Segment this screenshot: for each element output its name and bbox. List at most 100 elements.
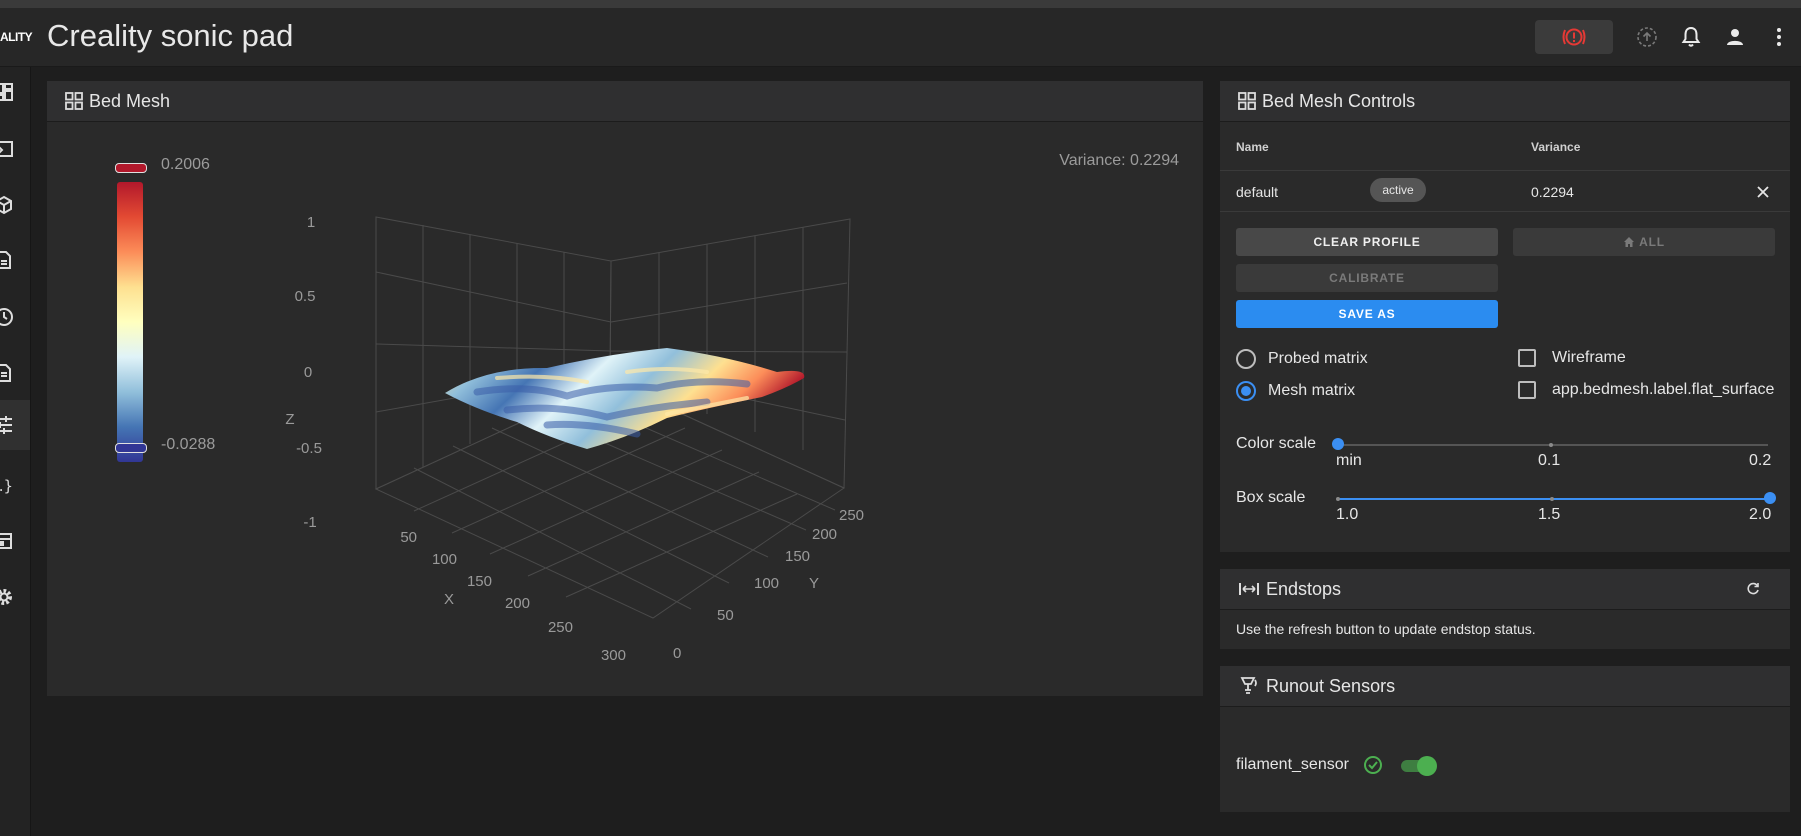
- z-tick-1: 1: [307, 214, 315, 231]
- color-scale-tick-mid: 0.1: [1538, 452, 1561, 469]
- sidebar-item-files[interactable]: [0, 235, 30, 285]
- sidebar-item-macros[interactable]: ..}: [0, 460, 30, 510]
- toggle-thumb: [1416, 756, 1437, 776]
- y-tick-4: 150: [785, 548, 810, 565]
- save-as-button[interactable]: SAVE AS: [1236, 300, 1498, 328]
- color-scale-tick: [1549, 443, 1553, 447]
- box-scale-tick: [1550, 497, 1554, 501]
- tune-icon: [0, 416, 12, 434]
- table-divider: [1220, 211, 1790, 212]
- history-icon: [0, 308, 13, 326]
- dashboard-icon: [0, 83, 13, 101]
- runout-sensors-header: Runout Sensors: [1220, 666, 1790, 707]
- column-header-name: Name: [1236, 140, 1269, 154]
- color-scale-tick-min: min: [1336, 452, 1362, 469]
- z-tick-3: 0: [304, 364, 312, 381]
- more-menu-button[interactable]: [1757, 17, 1801, 57]
- profile-name: default: [1236, 184, 1279, 200]
- sidebar-item-dashboard[interactable]: [0, 67, 30, 117]
- close-icon[interactable]: [1757, 186, 1769, 198]
- checkbox-wireframe[interactable]: Wireframe: [1518, 349, 1626, 367]
- document-icon: [0, 364, 11, 382]
- sidebar-item-tune[interactable]: [0, 400, 30, 450]
- check-circle-icon: [1363, 756, 1382, 774]
- bed-mesh-controls-header: Bed Mesh Controls: [1220, 81, 1790, 122]
- emergency-stop-icon: [1562, 28, 1586, 46]
- y-tick-5: 200: [812, 526, 837, 543]
- refresh-icon[interactable]: [1746, 582, 1760, 596]
- filament-sensor-icon: [1240, 677, 1257, 694]
- x-tick-5: 250: [548, 619, 573, 636]
- checkbox-icon: [1518, 381, 1536, 399]
- checkbox-icon: [1518, 349, 1536, 367]
- endstops-help-text: Use the refresh button to update endstop…: [1236, 621, 1536, 637]
- app-bar-actions: [1535, 16, 1801, 58]
- sidebar-item-console[interactable]: [0, 124, 30, 174]
- sidebar-item-machine[interactable]: [0, 516, 30, 566]
- checkbox-wireframe-label: Wireframe: [1552, 349, 1626, 366]
- radio-probed-matrix[interactable]: Probed matrix: [1236, 349, 1368, 369]
- page-title: Creality sonic pad: [47, 18, 294, 53]
- clear-profile-button[interactable]: CLEAR PROFILE: [1236, 228, 1498, 256]
- sensor-name: filament_sensor: [1236, 756, 1349, 773]
- color-scale-tick-max: 0.2: [1749, 452, 1772, 469]
- box-scale-tick-min: 1.0: [1336, 506, 1359, 523]
- account-button[interactable]: [1713, 17, 1757, 57]
- list-item: filament_sensor: [1236, 750, 1439, 780]
- upload-icon: [1637, 27, 1657, 47]
- checkbox-flat-surface[interactable]: app.bedmesh.label.flat_surface: [1518, 381, 1774, 399]
- bell-icon: [1681, 26, 1701, 47]
- endstop-icon: [1239, 583, 1259, 595]
- box-scale-track[interactable]: [1338, 498, 1770, 500]
- y-tick-1: 0: [673, 645, 681, 662]
- svg-text:..}: ..}: [0, 477, 13, 495]
- window-top-strip: [0, 0, 1801, 8]
- account-icon: [1727, 29, 1743, 45]
- x-tick-1: 50: [400, 529, 417, 546]
- y-tick-2: 50: [717, 607, 734, 624]
- box-scale-tick-mid: 1.5: [1538, 506, 1561, 523]
- home-all-button[interactable]: ALL: [1513, 228, 1775, 256]
- z-axis-label: Z: [285, 411, 294, 428]
- sidebar-item-config[interactable]: [0, 348, 30, 398]
- color-scale-track[interactable]: [1338, 444, 1768, 446]
- column-header-variance: Variance: [1531, 140, 1581, 154]
- endstops-header: Endstops: [1220, 569, 1790, 610]
- box-scale-tick: [1336, 497, 1340, 501]
- endstops-title: Endstops: [1266, 578, 1342, 599]
- endstops-card: Endstops Use the refresh button to updat…: [1220, 569, 1790, 649]
- radio-mesh-label: Mesh matrix: [1268, 382, 1356, 399]
- y-tick-3: 100: [754, 575, 779, 592]
- files-icon: [0, 251, 11, 269]
- bed-mesh-title: Bed Mesh: [89, 90, 171, 111]
- runout-sensors-card: Runout Sensors filament_sensor: [1220, 666, 1790, 812]
- bed-mesh-controls-title: Bed Mesh Controls: [1262, 90, 1416, 111]
- calibrate-button[interactable]: CALIBRATE: [1236, 264, 1498, 292]
- machine-icon: [0, 533, 12, 549]
- brand-logo: ALITY: [0, 30, 33, 44]
- checkbox-flat-surface-label: app.bedmesh.label.flat_surface: [1552, 381, 1775, 398]
- heightmap-icon: [0, 195, 12, 215]
- emergency-stop-button[interactable]: [1535, 20, 1613, 54]
- table-row: default active 0.2294: [1220, 171, 1790, 211]
- status-badge: active: [1370, 178, 1426, 202]
- radio-selected-icon: [1236, 381, 1256, 401]
- radio-probed-label: Probed matrix: [1268, 350, 1368, 367]
- sensor-toggle[interactable]: [1399, 755, 1439, 776]
- upload-button[interactable]: [1625, 17, 1669, 57]
- y-tick-6: 250: [839, 507, 864, 524]
- notifications-button[interactable]: [1669, 17, 1713, 57]
- console-icon: [0, 141, 13, 157]
- color-scale-thumb[interactable]: [1332, 438, 1344, 450]
- box-scale-thumb[interactable]: [1764, 492, 1776, 504]
- sidebar-item-history[interactable]: [0, 292, 30, 342]
- macros-icon: ..}: [0, 477, 13, 495]
- sidebar-item-settings[interactable]: [0, 572, 30, 622]
- sidebar-item-heightmap[interactable]: [0, 180, 30, 230]
- grid-icon: [1238, 92, 1256, 110]
- color-scale-label: Color scale: [1236, 435, 1317, 452]
- radio-mesh-matrix[interactable]: Mesh matrix: [1236, 381, 1355, 401]
- bed-mesh-3d-plot[interactable]: 1 0.5 0 -0.5 -1 Z 50 100 150 200 250 300…: [47, 122, 1203, 692]
- x-tick-2: 100: [432, 551, 457, 568]
- gear-icon: [0, 589, 12, 605]
